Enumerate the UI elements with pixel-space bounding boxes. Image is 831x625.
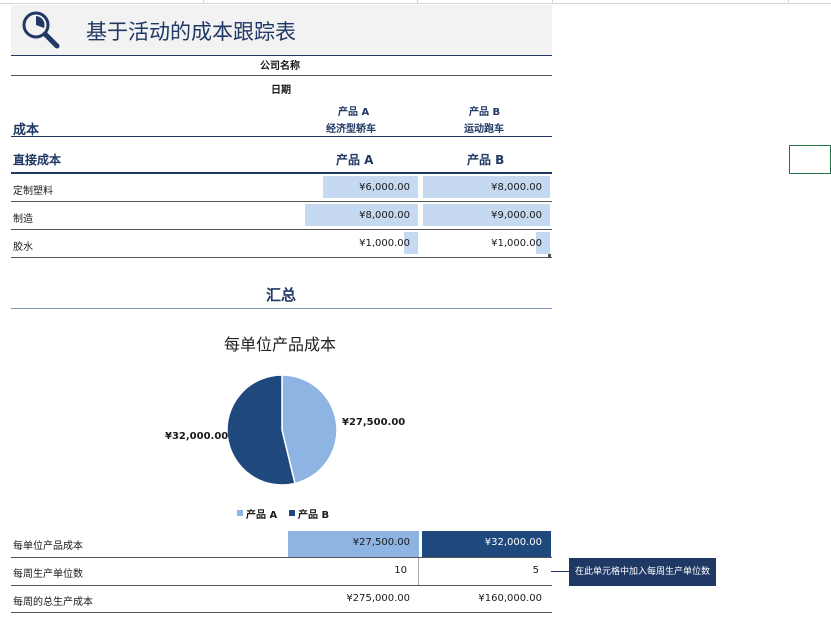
input-tooltip: 在此单元格中加入每周生产单位数 (569, 558, 717, 586)
cell-divider (418, 558, 419, 585)
magnifier-chart-icon (22, 11, 60, 49)
row-divider (11, 201, 552, 202)
summary-heading: 汇总 (266, 286, 297, 304)
legend-swatch-b (289, 510, 295, 516)
direct-cost-col-a: 产品 A (336, 153, 374, 167)
table-resize-handle[interactable] (548, 254, 551, 257)
summary-units-a[interactable]: 10 (300, 565, 407, 576)
legend-label-a: 产品 A (246, 510, 278, 521)
product-a-name: 产品 A (338, 107, 370, 118)
pie-label-product-a: ¥27,500.00 (342, 417, 406, 428)
divider (11, 612, 552, 613)
cost-value-b[interactable]: ¥1,000.00 (430, 238, 542, 249)
grid-col-line (203, 0, 204, 3)
cost-value-b[interactable]: ¥8,000.00 (430, 182, 542, 193)
grid-col-line (552, 0, 553, 3)
summary-row-label: 每周生产单位数 (13, 569, 83, 580)
summary-total-a[interactable]: ¥275,000.00 (300, 593, 410, 604)
legend-label-b: 产品 B (298, 510, 330, 521)
summary-units-b[interactable]: 5 (430, 565, 539, 576)
direct-cost-underline (11, 172, 552, 174)
cost-row-label: 胶水 (13, 242, 33, 253)
company-name[interactable]: 公司名称 (260, 57, 300, 72)
cost-value-a[interactable]: ¥8,000.00 (300, 210, 410, 221)
pie-label-product-b: ¥32,000.00 (165, 431, 229, 442)
summary-underline (11, 308, 552, 309)
grid-top-line (0, 3, 831, 4)
summary-unit-cost-a[interactable]: ¥27,500.00 (300, 537, 410, 548)
cost-value-a[interactable]: ¥1,000.00 (300, 238, 410, 249)
divider (11, 557, 552, 558)
product-b-sub: 运动跑车 (464, 124, 504, 135)
row-divider (11, 257, 552, 258)
cost-value-b[interactable]: ¥9,000.00 (430, 210, 542, 221)
selected-cell[interactable] (789, 145, 831, 174)
grid-col-line (788, 0, 789, 3)
cost-row-label: 定制塑料 (13, 186, 53, 197)
grid-col-line (417, 0, 418, 3)
row-divider (11, 229, 552, 230)
tooltip-pointer (551, 571, 569, 572)
title-underline (11, 55, 552, 56)
summary-row-label: 每周的总生产成本 (13, 597, 93, 608)
divider (11, 75, 552, 76)
chart-title: 每单位产品成本 (224, 335, 337, 354)
legend-swatch-a (237, 510, 243, 516)
summary-row-label: 每单位产品成本 (13, 541, 83, 552)
cost-row-label: 制造 (13, 214, 33, 225)
date-field[interactable]: 日期 (271, 81, 291, 96)
product-a-sub: 经济型轿车 (326, 124, 376, 135)
pie-chart[interactable] (226, 374, 338, 486)
cost-underline (11, 136, 552, 137)
direct-cost-heading: 直接成本 (13, 153, 62, 167)
summary-unit-cost-b[interactable]: ¥32,000.00 (430, 537, 542, 548)
direct-cost-col-b: 产品 B (467, 153, 505, 167)
summary-total-b[interactable]: ¥160,000.00 (430, 593, 542, 604)
product-b-name: 产品 B (469, 107, 501, 118)
cost-value-a[interactable]: ¥6,000.00 (300, 182, 410, 193)
page-title: 基于活动的成本跟踪表 (86, 20, 296, 44)
divider (11, 585, 552, 586)
